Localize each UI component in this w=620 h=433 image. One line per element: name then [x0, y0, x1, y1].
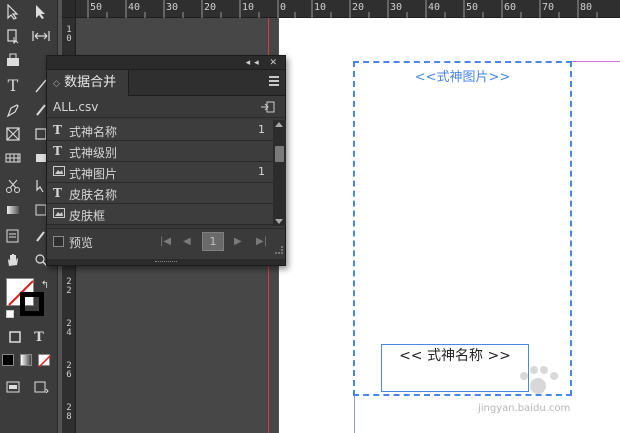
selection-tool-icon[interactable]: [2, 2, 24, 22]
ruler-ticks: [87, 0, 598, 18]
panel-title-bar[interactable]: ◂◂ ✕: [47, 56, 285, 70]
note-tool-icon[interactable]: [2, 226, 24, 246]
tab-grip-icon: ◇: [53, 79, 60, 89]
previous-record-icon[interactable]: ◀: [183, 236, 191, 247]
image-field-icon: [53, 207, 65, 221]
resize-grip-icon[interactable]: [275, 246, 283, 254]
field-label: 式神图片: [69, 167, 118, 181]
scroll-up-icon[interactable]: [275, 122, 283, 127]
text-field-icon: T: [53, 144, 62, 158]
field-list: T 式神名称 1 T 式神级别 式神图片 1 T 皮肤名称 皮肤框: [47, 120, 273, 226]
screen-mode-icon[interactable]: [30, 378, 52, 398]
apply-gradient-icon[interactable]: [20, 354, 32, 366]
preview-checkbox[interactable]: [53, 236, 64, 247]
default-colors-icon[interactable]: [6, 310, 14, 318]
text-field-icon: T: [53, 186, 62, 200]
preview-label: 预览: [69, 236, 94, 250]
field-list-scrollbar[interactable]: [273, 120, 286, 226]
data-source-row: ALL.csv: [47, 96, 285, 118]
data-merge-panel[interactable]: ◂◂ ✕ ◇ 数据合并 ALL.csv T 式神名称 1 T 式神级别 式神图片: [46, 55, 286, 266]
page-edge-guide: [354, 396, 355, 433]
field-label: 皮肤框: [69, 209, 106, 223]
type-tool-icon[interactable]: T: [2, 76, 24, 96]
normal-view-icon[interactable]: [2, 378, 24, 398]
scroll-thumb[interactable]: [275, 146, 284, 162]
list-item[interactable]: T 式神名称 1: [47, 120, 273, 141]
watermark-text: jingyan.baidu.com: [478, 403, 571, 414]
margin-guide-top: [572, 61, 620, 62]
field-label: 式神级别: [69, 146, 118, 160]
image-field-icon: [53, 165, 65, 179]
tab-data-merge[interactable]: ◇ 数据合并: [47, 70, 129, 96]
last-record-icon[interactable]: ▶|: [256, 236, 267, 247]
list-item[interactable]: 皮肤框: [47, 204, 273, 225]
field-label: 式神名称: [69, 125, 118, 139]
image-placeholder-text[interactable]: <<式神图片>>: [353, 66, 572, 85]
panel-menu-icon[interactable]: [269, 76, 279, 86]
apply-none-icon[interactable]: [38, 354, 52, 368]
data-source-name: ALL.csv: [53, 100, 99, 114]
table-tool-icon[interactable]: [2, 148, 24, 168]
pen-tool-icon[interactable]: [2, 100, 24, 120]
gap-tool-icon[interactable]: [30, 26, 52, 46]
apply-color-icon[interactable]: [2, 354, 14, 366]
panel-tab-bar: ◇ 数据合并: [47, 70, 285, 96]
ruler-label: 24: [66, 319, 72, 338]
ruler-label: 10: [66, 25, 72, 44]
first-record-icon[interactable]: |◀: [160, 236, 171, 247]
hand-tool-icon[interactable]: [2, 250, 24, 270]
page-tool-icon[interactable]: [2, 26, 24, 46]
scissors-tool-icon[interactable]: [2, 176, 24, 196]
create-merged-document-icon[interactable]: [261, 101, 275, 113]
record-number-input[interactable]: 1: [202, 232, 224, 251]
formatting-container-icon[interactable]: [4, 328, 26, 348]
list-item[interactable]: 式神图片 1: [47, 162, 273, 183]
field-label: 皮肤名称: [69, 188, 118, 202]
field-count: 1: [258, 165, 265, 178]
rectangle-frame-tool-icon[interactable]: [2, 124, 24, 144]
list-item[interactable]: T 皮肤名称: [47, 183, 273, 204]
next-record-icon[interactable]: ▶: [234, 236, 242, 247]
collapse-close-icon[interactable]: ◂◂ ✕: [246, 56, 281, 70]
direct-selection-tool-icon[interactable]: [30, 2, 52, 22]
content-collector-icon[interactable]: [2, 50, 24, 70]
swap-colors-icon[interactable]: ↰: [34, 276, 56, 296]
panel-bottom-edge[interactable]: [47, 259, 285, 265]
formatting-text-icon[interactable]: T: [28, 328, 50, 348]
panel-footer: 预览 |◀ ◀ 1 ▶ ▶|: [47, 228, 285, 256]
horizontal-ruler[interactable]: 50 40 30 20 10 0 10 20 30 40 50 60 70 80: [62, 0, 620, 18]
list-item[interactable]: T 式神级别: [47, 141, 273, 162]
field-count: 1: [258, 123, 265, 136]
gradient-swatch-tool-icon[interactable]: [2, 200, 24, 220]
ruler-label: 26: [66, 361, 72, 380]
ruler-label: 22: [66, 277, 72, 296]
ruler-origin[interactable]: [62, 0, 76, 18]
tab-label: 数据合并: [64, 75, 117, 90]
text-field-icon: T: [53, 123, 62, 137]
ruler-label: 28: [66, 403, 72, 422]
scroll-down-icon[interactable]: [275, 219, 283, 224]
